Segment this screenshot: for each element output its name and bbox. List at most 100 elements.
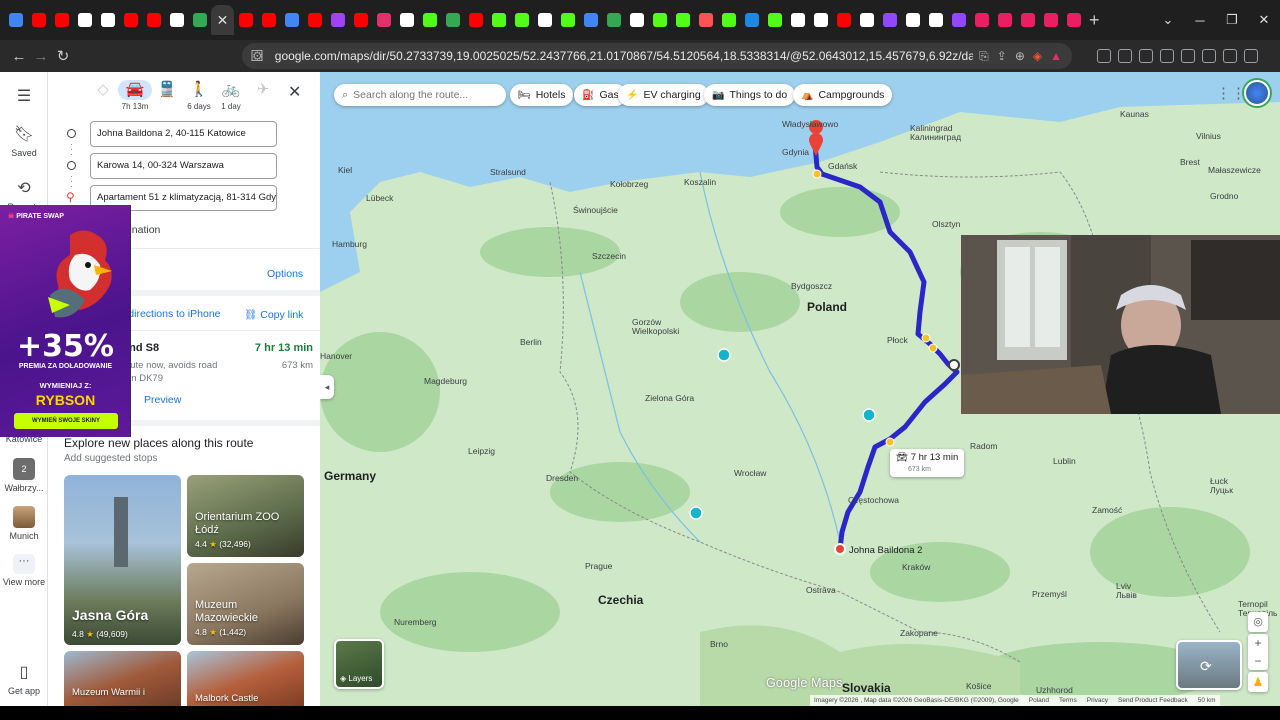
extension-icon[interactable]: [1223, 49, 1237, 63]
browser-tab[interactable]: [27, 5, 50, 35]
place-label[interactable]: Kraków: [902, 563, 930, 572]
place-label[interactable]: Gdańsk: [828, 162, 857, 171]
place-label[interactable]: Szczecin: [592, 252, 626, 261]
account-avatar[interactable]: [1244, 80, 1270, 106]
place-label[interactable]: Lviv Львів: [1116, 582, 1137, 600]
zoom-in-button[interactable]: +: [1248, 634, 1268, 652]
place-label[interactable]: Radom: [970, 442, 997, 451]
recent-munich[interactable]: Munich: [0, 506, 48, 541]
scale-bar[interactable]: 50 km: [1198, 697, 1216, 704]
close-directions-icon[interactable]: ✕: [288, 82, 301, 102]
browser-tab[interactable]: [510, 5, 533, 35]
route-time-bubble[interactable]: 🚘︎ 7 hr 13 min 673 km: [890, 449, 965, 477]
chip-campgrounds[interactable]: ⛺ Campgrounds: [793, 84, 893, 106]
collapse-panel-button[interactable]: ◂: [320, 375, 334, 399]
browser-tab[interactable]: [740, 5, 763, 35]
browser-tab[interactable]: [188, 5, 211, 35]
travel-mode-flight[interactable]: ✈: [246, 80, 280, 102]
new-tab-button[interactable]: +: [1089, 10, 1100, 31]
browser-tab[interactable]: ✕: [211, 5, 234, 35]
browser-tab[interactable]: [372, 5, 395, 35]
footer-link[interactable]: Poland: [1029, 697, 1049, 704]
place-label[interactable]: Poland: [807, 301, 847, 314]
place-label[interactable]: Dresden: [546, 474, 578, 483]
browser-tab[interactable]: [763, 5, 786, 35]
place-label[interactable]: Slovakia: [842, 682, 891, 695]
travel-mode-walk[interactable]: 🚶 6 days: [182, 80, 216, 111]
back-icon[interactable]: ←: [8, 48, 30, 65]
recent-walbrzych[interactable]: 2 Wałbrzy...: [0, 458, 48, 493]
ad-cta-button[interactable]: WYMIEŃ SWOJE SKINY: [14, 413, 118, 429]
browser-tab[interactable]: [786, 5, 809, 35]
browser-tab[interactable]: [533, 5, 556, 35]
tab-search-icon[interactable]: ⌄: [1152, 12, 1184, 28]
minimize-icon[interactable]: ─: [1184, 13, 1216, 28]
place-card-malbork-castle[interactable]: Malbork Castle: [187, 651, 304, 711]
origin-marker[interactable]: [834, 543, 846, 555]
browser-tab[interactable]: [349, 5, 372, 35]
place-label[interactable]: Świnoujście: [573, 206, 618, 215]
browser-tab[interactable]: [487, 5, 510, 35]
place-label[interactable]: Vilnius: [1196, 132, 1221, 141]
origin-input[interactable]: Johna Baildona 2, 40-115 Katowice: [90, 121, 277, 147]
browser-tab[interactable]: [234, 5, 257, 35]
origin-label[interactable]: Johna Baildona 2: [849, 545, 922, 556]
travel-mode-transit[interactable]: 🚆: [150, 80, 184, 102]
browser-tab[interactable]: [924, 5, 947, 35]
place-label[interactable]: Częstochowa: [848, 496, 899, 505]
search-along-route[interactable]: ⌕: [334, 84, 506, 106]
browser-tab[interactable]: [993, 5, 1016, 35]
place-label[interactable]: Gorzów Wielkopolski: [632, 318, 679, 336]
browser-tab[interactable]: [50, 5, 73, 35]
browser-tab[interactable]: [4, 5, 27, 35]
stop-marker[interactable]: [948, 359, 960, 371]
browser-tab[interactable]: [326, 5, 349, 35]
place-label[interactable]: Kaliningrad Калининград: [910, 124, 961, 142]
place-label[interactable]: Grodno: [1210, 192, 1238, 201]
browser-tab[interactable]: [901, 5, 924, 35]
extension-icon[interactable]: [1139, 49, 1153, 63]
forward-icon[interactable]: →: [30, 48, 52, 65]
chip-ev-charging[interactable]: ⚡ EV charging: [618, 84, 709, 106]
share-icon[interactable]: ⇪: [997, 49, 1007, 63]
place-label[interactable]: Prague: [585, 562, 612, 571]
browser-tab[interactable]: [257, 5, 280, 35]
place-label[interactable]: Kiel: [338, 166, 352, 175]
my-location-button[interactable]: ◎: [1248, 612, 1268, 632]
layers-button[interactable]: ◈ Layers: [334, 639, 384, 689]
extension-icon[interactable]: [1244, 49, 1258, 63]
browser-tab[interactable]: [1062, 5, 1085, 35]
place-label[interactable]: Kaunas: [1120, 110, 1149, 119]
stop-input[interactable]: Karowa 14, 00-324 Warszawa: [90, 153, 277, 179]
copy-link-button[interactable]: ⛓ Copy link: [244, 308, 303, 321]
browser-tab[interactable]: [970, 5, 993, 35]
place-label[interactable]: Stralsund: [490, 168, 526, 177]
browser-tab[interactable]: [878, 5, 901, 35]
footer-link[interactable]: Privacy: [1087, 697, 1108, 704]
pegman-button[interactable]: ♟: [1248, 672, 1268, 692]
browser-tab[interactable]: [73, 5, 96, 35]
browser-tab[interactable]: [119, 5, 142, 35]
browser-tab[interactable]: [671, 5, 694, 35]
menu-button[interactable]: ☰: [0, 86, 48, 110]
browser-tab[interactable]: [855, 5, 878, 35]
bookmark-icon[interactable]: ☐: [246, 47, 268, 65]
window-close-icon[interactable]: ✕: [1248, 12, 1280, 28]
place-label[interactable]: Wrocław: [734, 469, 766, 478]
browser-tab[interactable]: [717, 5, 740, 35]
extension-icon[interactable]: [1097, 49, 1111, 63]
pirateswap-ad-overlay[interactable]: ☠ PIRATE SWAP +35% PREMIA ZA DOŁADOWANIE…: [0, 205, 131, 437]
place-label[interactable]: Koszalin: [684, 178, 716, 187]
browser-tab[interactable]: [579, 5, 602, 35]
chip-things-to-do[interactable]: 📷 Things to do: [704, 84, 796, 106]
place-label[interactable]: Germany: [324, 470, 376, 483]
place-label[interactable]: Zielona Góra: [645, 394, 694, 403]
brave-rewards-icon[interactable]: ▲: [1050, 49, 1062, 63]
browser-tab[interactable]: [832, 5, 855, 35]
browser-tab[interactable]: [142, 5, 165, 35]
extension-icon[interactable]: [1118, 49, 1132, 63]
place-label[interactable]: Płock: [887, 336, 908, 345]
url-text[interactable]: google.com/maps/dir/50.2733739,19.002502…: [275, 49, 973, 63]
place-label[interactable]: Zamość: [1092, 506, 1122, 515]
place-label[interactable]: Lübeck: [366, 194, 393, 203]
